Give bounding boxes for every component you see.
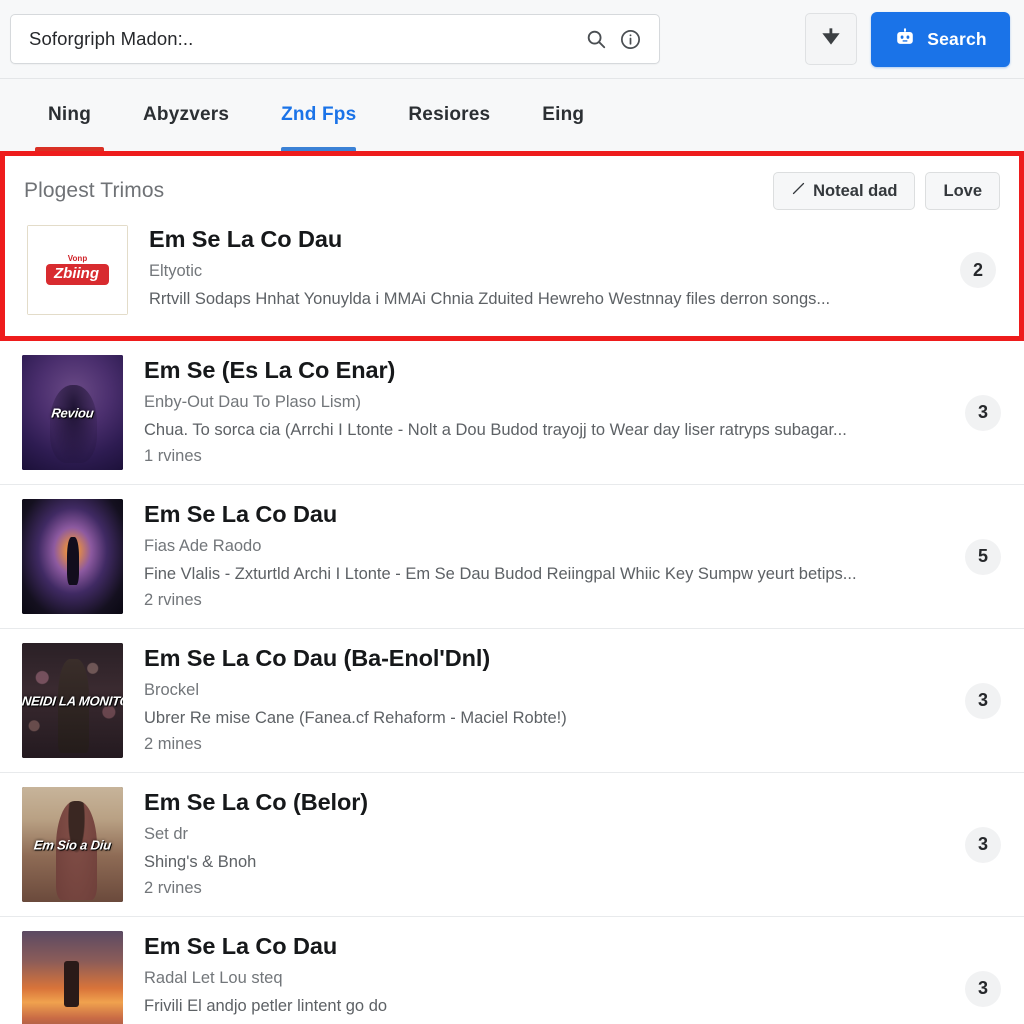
robot-icon — [894, 26, 916, 53]
status-badge: 3 — [965, 970, 1001, 1007]
info-circle-icon[interactable] — [613, 22, 647, 56]
pencil-icon — [791, 181, 806, 201]
search-input-value[interactable]: Soforgriph Madon:.. — [29, 28, 579, 50]
status-badge: 3 — [965, 394, 1001, 431]
noteal-dad-button[interactable]: Noteal dad — [773, 172, 916, 210]
page-title: Plogest Trimos — [24, 179, 165, 202]
results-area: Plogest Trimos Noteal dad Love Vonp Zbii… — [0, 151, 1024, 1024]
result-subtitle: Eltyotic — [149, 262, 203, 280]
result-title[interactable]: Em Se La Co (Belor) — [144, 789, 944, 816]
search-button-label: Search — [927, 28, 987, 49]
list-item-body: Em Se La Co (Belor) Set dr Shing's & Bno… — [144, 787, 944, 898]
tab-underline-active — [281, 147, 357, 151]
search-input[interactable]: Soforgriph Madon:.. — [10, 14, 660, 64]
tab-ning[interactable]: Ning — [22, 79, 117, 151]
noteal-dad-label: Noteal dad — [813, 181, 898, 200]
featured-list-item[interactable]: Vonp Zbiing Em Se La Co Dau Eltyotic Rrt… — [5, 218, 1019, 336]
status-badge: 3 — [965, 826, 1001, 863]
search-button[interactable]: Search — [871, 11, 1010, 67]
love-label: Love — [943, 181, 982, 200]
result-meta: 1 rvines — [144, 447, 202, 465]
result-description: Shing's & Bnoh — [144, 853, 257, 871]
tab-resiores[interactable]: Resiores — [382, 79, 516, 151]
thumbnail-overlay-text: Em Sio a Diu — [33, 837, 112, 852]
result-subtitle: Radal Let Lou steq — [144, 969, 283, 987]
featured-card-header: Plogest Trimos Noteal dad Love — [5, 156, 1019, 218]
list-item-body: Em Se La Co Dau Radal Let Lou steq Frivi… — [144, 931, 944, 1024]
list-item[interactable]: Reviou Em Se (Es La Co Enar) Enby-Out Da… — [0, 341, 1024, 485]
result-title[interactable]: Em Se La Co Dau (Ba-Enol'Dnl) — [144, 645, 944, 672]
result-description: Chua. To sorca cia (Arrchi I Ltonte - No… — [144, 421, 847, 439]
result-meta: 2 rvines — [144, 879, 202, 897]
tab-label: Abyzvers — [143, 104, 230, 125]
thumbnail[interactable]: NEIDI LA MONITON — [22, 643, 123, 758]
result-subtitle: Fias Ade Raodo — [144, 537, 262, 555]
tab-label: Znd Fps — [281, 104, 357, 125]
status-badge: 2 — [960, 252, 996, 288]
logo-top-text: Vonp — [67, 254, 88, 264]
tab-abyzvers[interactable]: Abyzvers — [117, 79, 255, 151]
result-subtitle: Set dr — [144, 825, 189, 843]
list-item[interactable]: Em Sio a Diu Em Se La Co (Belor) Set dr … — [0, 773, 1024, 917]
result-subtitle: Enby-Out Dau To Plaso Lism) — [144, 393, 362, 411]
thumbnail-art — [22, 931, 123, 1024]
result-description: Fine Vlalis - Zxturtld Archi I Ltonte - … — [144, 565, 857, 583]
thumbnail[interactable]: Reviou — [22, 355, 123, 470]
featured-result-card[interactable]: Plogest Trimos Noteal dad Love Vonp Zbii… — [0, 151, 1024, 341]
list-item-body: Em Se (Es La Co Enar) Enby-Out Dau To Pl… — [144, 355, 944, 466]
thumbnail[interactable] — [22, 931, 123, 1024]
list-item-body: Em Se La Co Dau (Ba-Enol'Dnl) Brockel Ub… — [144, 643, 944, 754]
featured-card-actions: Noteal dad Love — [773, 172, 1000, 210]
list-item[interactable]: NEIDI LA MONITON Em Se La Co Dau (Ba-Eno… — [0, 629, 1024, 773]
result-description: Ubrer Re mise Cane (Fanea.cf Rehaform - … — [144, 709, 567, 727]
tab-bar: Ning Abyzvers Znd Fps Resiores Eing — [0, 79, 1024, 151]
tab-label: Eing — [542, 104, 585, 125]
result-meta: 2 rvines — [144, 591, 202, 609]
result-meta: 2 mines — [144, 735, 202, 753]
tab-underline — [35, 147, 105, 151]
thumbnail[interactable]: Em Sio a Diu — [22, 787, 123, 902]
result-title[interactable]: Em Se La Co Dau — [149, 226, 939, 253]
status-badge: 5 — [965, 538, 1001, 575]
love-button[interactable]: Love — [925, 172, 1000, 210]
thumbnail[interactable] — [22, 499, 123, 614]
list-item[interactable]: Em Se La Co Dau Radal Let Lou steq Frivi… — [0, 917, 1024, 1024]
tab-znd-fps[interactable]: Znd Fps — [255, 79, 382, 151]
thumbnail[interactable]: Vonp Zbiing — [27, 225, 128, 315]
list-item[interactable]: Em Se La Co Dau Fias Ade Raodo Fine Vlal… — [0, 485, 1024, 629]
thumbnail-overlay-text: Reviou — [50, 405, 95, 420]
status-badge: 3 — [965, 682, 1001, 719]
tab-label: Ning — [48, 104, 92, 125]
brand-logo-icon: Vonp Zbiing — [27, 225, 128, 315]
tab-label: Resiores — [408, 104, 491, 125]
result-title[interactable]: Em Se La Co Dau — [144, 933, 944, 960]
thumbnail-overlay-text: NEIDI LA MONITON — [22, 693, 123, 708]
result-subtitle: Brockel — [144, 681, 200, 699]
result-description: Rrtvill Sodaps Hnhat Yonuylda i MMAi Chn… — [149, 290, 831, 308]
result-title[interactable]: Em Se (Es La Co Enar) — [144, 357, 944, 384]
featured-item-body: Em Se La Co Dau Eltyotic Rrtvill Sodaps … — [149, 224, 939, 316]
tab-eing[interactable]: Eing — [516, 79, 610, 151]
thumbnail-art — [22, 499, 123, 614]
app-header: Soforgriph Madon:.. Search — [0, 0, 1024, 79]
result-title[interactable]: Em Se La Co Dau — [144, 501, 944, 528]
list-item-body: Em Se La Co Dau Fias Ade Raodo Fine Vlal… — [144, 499, 944, 610]
search-icon[interactable] — [579, 22, 613, 56]
filter-dropdown-button[interactable] — [805, 13, 857, 65]
logo-main-text: Zbiing — [46, 264, 109, 285]
chevron-down-icon — [818, 24, 844, 55]
result-description: Frivili El andjo petler lintent go do — [144, 997, 388, 1015]
